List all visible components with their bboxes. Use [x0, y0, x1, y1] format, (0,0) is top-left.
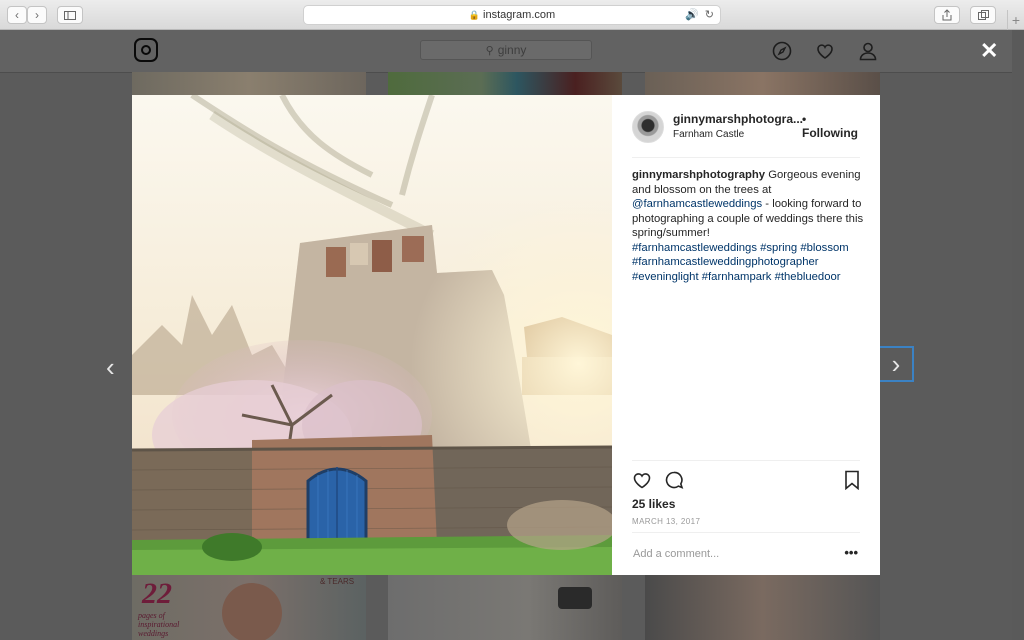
grid-thumbnail[interactable]	[645, 575, 880, 640]
comment-input[interactable]: Add a comment...	[633, 548, 719, 560]
instagram-header: ⚲ ginny	[0, 30, 1012, 73]
profile-icon[interactable]	[858, 41, 878, 61]
like-heart-icon[interactable]	[632, 470, 652, 490]
magazine-text: pages of inspirational weddings	[138, 611, 180, 638]
comment-form: Add a comment... •••	[632, 532, 860, 571]
following-button[interactable]: • Following	[802, 112, 860, 140]
post-caption: ginnymarshphotography Gorgeous evening a…	[632, 168, 864, 284]
speaker-icon[interactable]: 🔊	[685, 8, 699, 21]
lock-icon: 🔒	[468, 9, 481, 20]
post-photo[interactable]	[132, 95, 612, 575]
previous-post-arrow-icon[interactable]: ‹	[106, 352, 115, 383]
hashtag-link[interactable]: #blossom	[800, 242, 848, 254]
comment-icon[interactable]	[664, 470, 684, 490]
post-date: MARCH 13, 2017	[632, 517, 701, 526]
instagram-logo-icon[interactable]	[134, 38, 158, 62]
likes-count[interactable]: 25 likes	[632, 497, 675, 511]
browser-toolbar: ‹ › 🔒 instagram.com 🔊 ↻ +	[0, 0, 1024, 30]
new-tab-button[interactable]: +	[1007, 10, 1024, 30]
share-icon	[942, 9, 952, 21]
grid-thumbnail[interactable]	[388, 575, 622, 640]
hashtag-link[interactable]: #eveninglight	[632, 271, 699, 283]
post-modal: ginnymarshphotogra... • Following Farnha…	[132, 95, 880, 575]
back-button[interactable]: ‹	[7, 6, 27, 24]
grid-thumbnail-magazine[interactable]: 22 pages of inspirational weddings & TEA…	[132, 575, 366, 640]
more-options-icon[interactable]: •••	[844, 545, 858, 560]
mention-link[interactable]: @farnhamcastleweddings	[632, 198, 762, 210]
post-sidebar: ginnymarshphotogra... • Following Farnha…	[612, 95, 880, 575]
share-button[interactable]	[934, 6, 960, 24]
hashtag-link[interactable]: #farnhamcastleweddings	[632, 242, 757, 254]
grid-thumbnail[interactable]	[132, 72, 366, 96]
caption-username-link[interactable]: ginnymarshphotography	[632, 169, 765, 181]
next-post-arrow-icon[interactable]: ›	[878, 346, 914, 382]
avatar[interactable]	[632, 111, 664, 143]
hashtag-link[interactable]: #thebluedoor	[775, 271, 841, 283]
bookmark-icon[interactable]	[844, 470, 860, 490]
post-actions: 25 likes MARCH 13, 2017 Add a comment...…	[632, 460, 860, 571]
location-link[interactable]: Farnham Castle	[673, 129, 744, 140]
grid-thumbnail[interactable]	[388, 72, 622, 96]
grid-thumbnail[interactable]	[645, 72, 880, 96]
explore-icon[interactable]	[772, 41, 792, 61]
magazine-tears: & TEARS	[320, 577, 355, 586]
hashtag-link[interactable]: #farnhamcastleweddingphotographer	[632, 256, 819, 268]
activity-heart-icon[interactable]	[815, 41, 835, 61]
close-icon[interactable]: ✕	[980, 38, 998, 64]
address-bar[interactable]: 🔒 instagram.com 🔊 ↻	[303, 5, 721, 25]
post-header: ginnymarshphotogra... • Following Farnha…	[632, 109, 860, 158]
search-input[interactable]: ⚲ ginny	[420, 40, 592, 60]
sidebar-toggle-button[interactable]	[57, 6, 83, 24]
tabs-button[interactable]	[970, 6, 996, 24]
url-text: instagram.com	[483, 9, 556, 21]
forward-button[interactable]: ›	[27, 6, 47, 24]
sidebar-icon	[64, 10, 76, 20]
magazine-face	[222, 583, 282, 640]
castle-photo	[132, 95, 612, 575]
hashtag-link[interactable]: #spring	[760, 242, 797, 254]
hashtag-link[interactable]: #farnhampark	[702, 271, 772, 283]
magazine-number: 22	[142, 577, 172, 610]
camera-shape	[558, 587, 592, 609]
tabs-icon	[977, 10, 989, 20]
post-username-link[interactable]: ginnymarshphotogra...	[673, 112, 803, 126]
search-icon: ⚲	[485, 44, 494, 57]
search-value: ginny	[497, 43, 527, 57]
reload-icon[interactable]: ↻	[705, 8, 714, 21]
